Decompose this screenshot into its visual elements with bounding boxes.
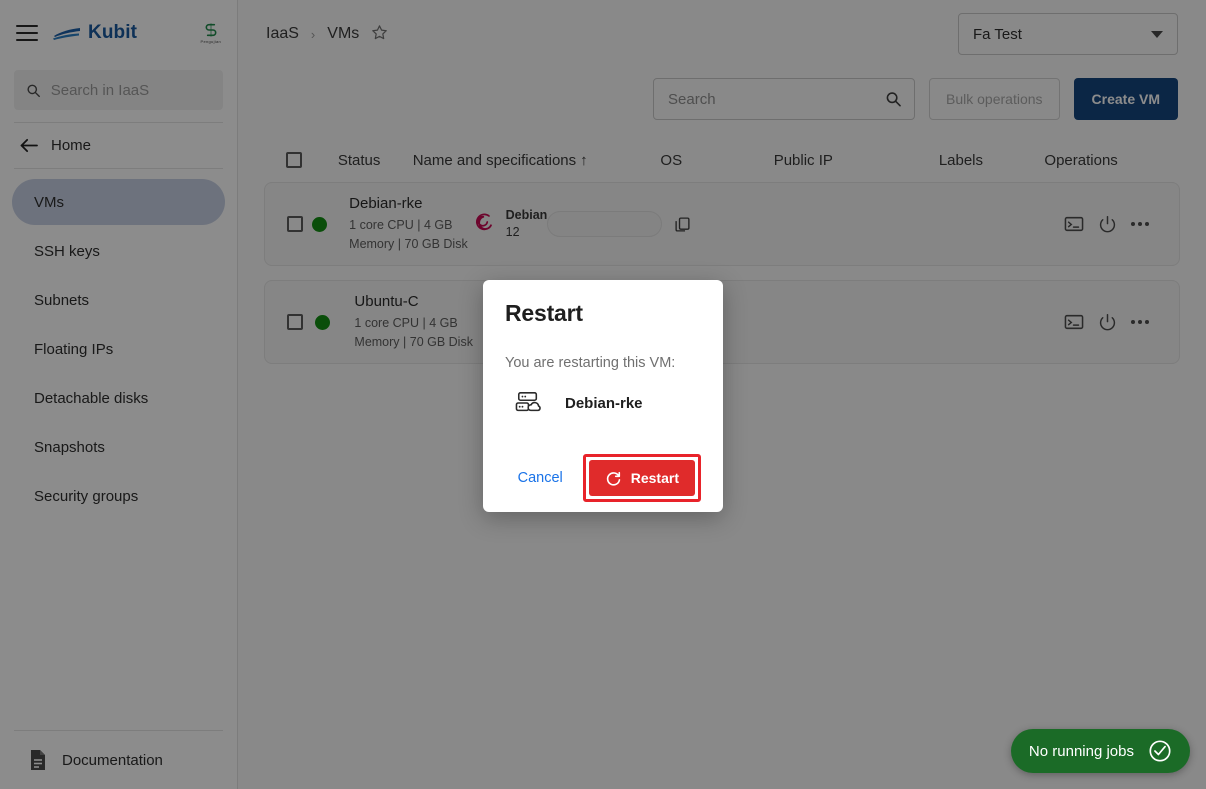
dialog-vm-name: Debian-rke — [565, 394, 643, 412]
dialog-actions: Cancel Restart — [505, 454, 701, 512]
server-cloud-icon — [515, 392, 541, 412]
jobs-status-message: No running jobs — [1028, 742, 1134, 760]
dialog-vm-row: Debian-rke — [505, 391, 701, 415]
dialog-subtitle: You are restarting this VM: — [505, 355, 676, 371]
restart-button-label: Restart — [630, 470, 679, 486]
restart-button-highlight: Restart — [582, 454, 701, 502]
refresh-icon — [606, 471, 621, 486]
jobs-status-toast[interactable]: No running jobs — [1010, 729, 1190, 773]
restart-confirmation-dialog: Restart You are restarting this VM: Debi… — [483, 280, 723, 512]
application-root: Kubit Pengujian Home — [0, 0, 1206, 789]
restart-button[interactable]: Restart — [588, 460, 695, 496]
check-circle-icon — [1149, 740, 1171, 762]
dialog-title: Restart — [505, 300, 583, 326]
cancel-button[interactable]: Cancel — [508, 462, 573, 494]
